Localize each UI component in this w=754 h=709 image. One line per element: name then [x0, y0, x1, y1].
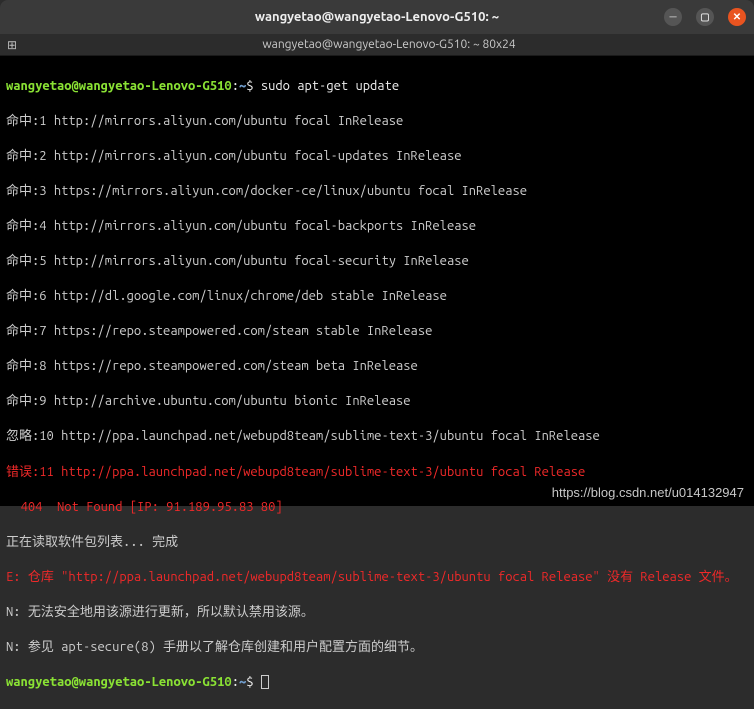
output-line: 忽略:10 http://ppa.launchpad.net/webupd8te…	[6, 428, 748, 446]
window-titlebar: wangyetao@wangyetao-Lenovo-G510: ~ ─ ▢ ✕	[0, 0, 754, 34]
terminal-content[interactable]: wangyetao@wangyetao-Lenovo-G510:~$ sudo …	[0, 56, 754, 506]
output-notice-line: N: 无法安全地用该源进行更新，所以默认禁用该源。	[6, 604, 748, 622]
close-button[interactable]: ✕	[728, 8, 746, 26]
watermark-text: https://blog.csdn.net/u014132947	[552, 485, 744, 500]
output-line: 命中:1 http://mirrors.aliyun.com/ubuntu fo…	[6, 113, 748, 131]
output-line: 命中:5 http://mirrors.aliyun.com/ubuntu fo…	[6, 253, 748, 271]
minimize-button[interactable]: ─	[664, 8, 682, 26]
prompt-separator: :	[232, 79, 239, 93]
output-line: 命中:3 https://mirrors.aliyun.com/docker-c…	[6, 183, 748, 201]
maximize-button[interactable]: ▢	[696, 8, 714, 26]
prompt-path: ~	[239, 675, 246, 689]
output-error-line: 404 Not Found [IP: 91.189.95.83 80]	[6, 499, 748, 517]
window-controls: ─ ▢ ✕	[664, 8, 746, 26]
output-line: 命中:9 http://archive.ubuntu.com/ubuntu bi…	[6, 393, 748, 411]
window-title: wangyetao@wangyetao-Lenovo-G510: ~	[255, 10, 499, 24]
output-line: 命中:8 https://repo.steampowered.com/steam…	[6, 358, 748, 376]
prompt-user-host: wangyetao@wangyetao-Lenovo-G510	[6, 79, 232, 93]
terminal-menubar: ⊞ wangyetao@wangyetao-Lenovo-G510: ~ 80x…	[0, 34, 754, 56]
output-error-line: E: 仓库 "http://ppa.launchpad.net/webupd8t…	[6, 569, 748, 587]
output-line: 命中:4 http://mirrors.aliyun.com/ubuntu fo…	[6, 218, 748, 236]
prompt-separator: :	[232, 675, 239, 689]
output-line: 命中:6 http://dl.google.com/linux/chrome/d…	[6, 288, 748, 306]
output-error-line: 错误:11 http://ppa.launchpad.net/webupd8te…	[6, 464, 748, 482]
output-line: 命中:7 https://repo.steampowered.com/steam…	[6, 323, 748, 341]
output-notice-line: N: 参见 apt-secure(8) 手册以了解仓库创建和用户配置方面的细节。	[6, 639, 748, 657]
output-line: 命中:2 http://mirrors.aliyun.com/ubuntu fo…	[6, 148, 748, 166]
prompt-dollar: $	[246, 79, 253, 93]
output-line: 正在读取软件包列表... 完成	[6, 534, 748, 552]
cursor-icon	[261, 675, 269, 689]
prompt-dollar: $	[246, 675, 253, 689]
new-tab-icon[interactable]: ⊞	[0, 38, 24, 52]
command-text: sudo apt-get update	[261, 79, 399, 93]
tab-title: wangyetao@wangyetao-Lenovo-G510: ~ 80x24	[24, 38, 754, 51]
prompt-user-host: wangyetao@wangyetao-Lenovo-G510	[6, 675, 232, 689]
